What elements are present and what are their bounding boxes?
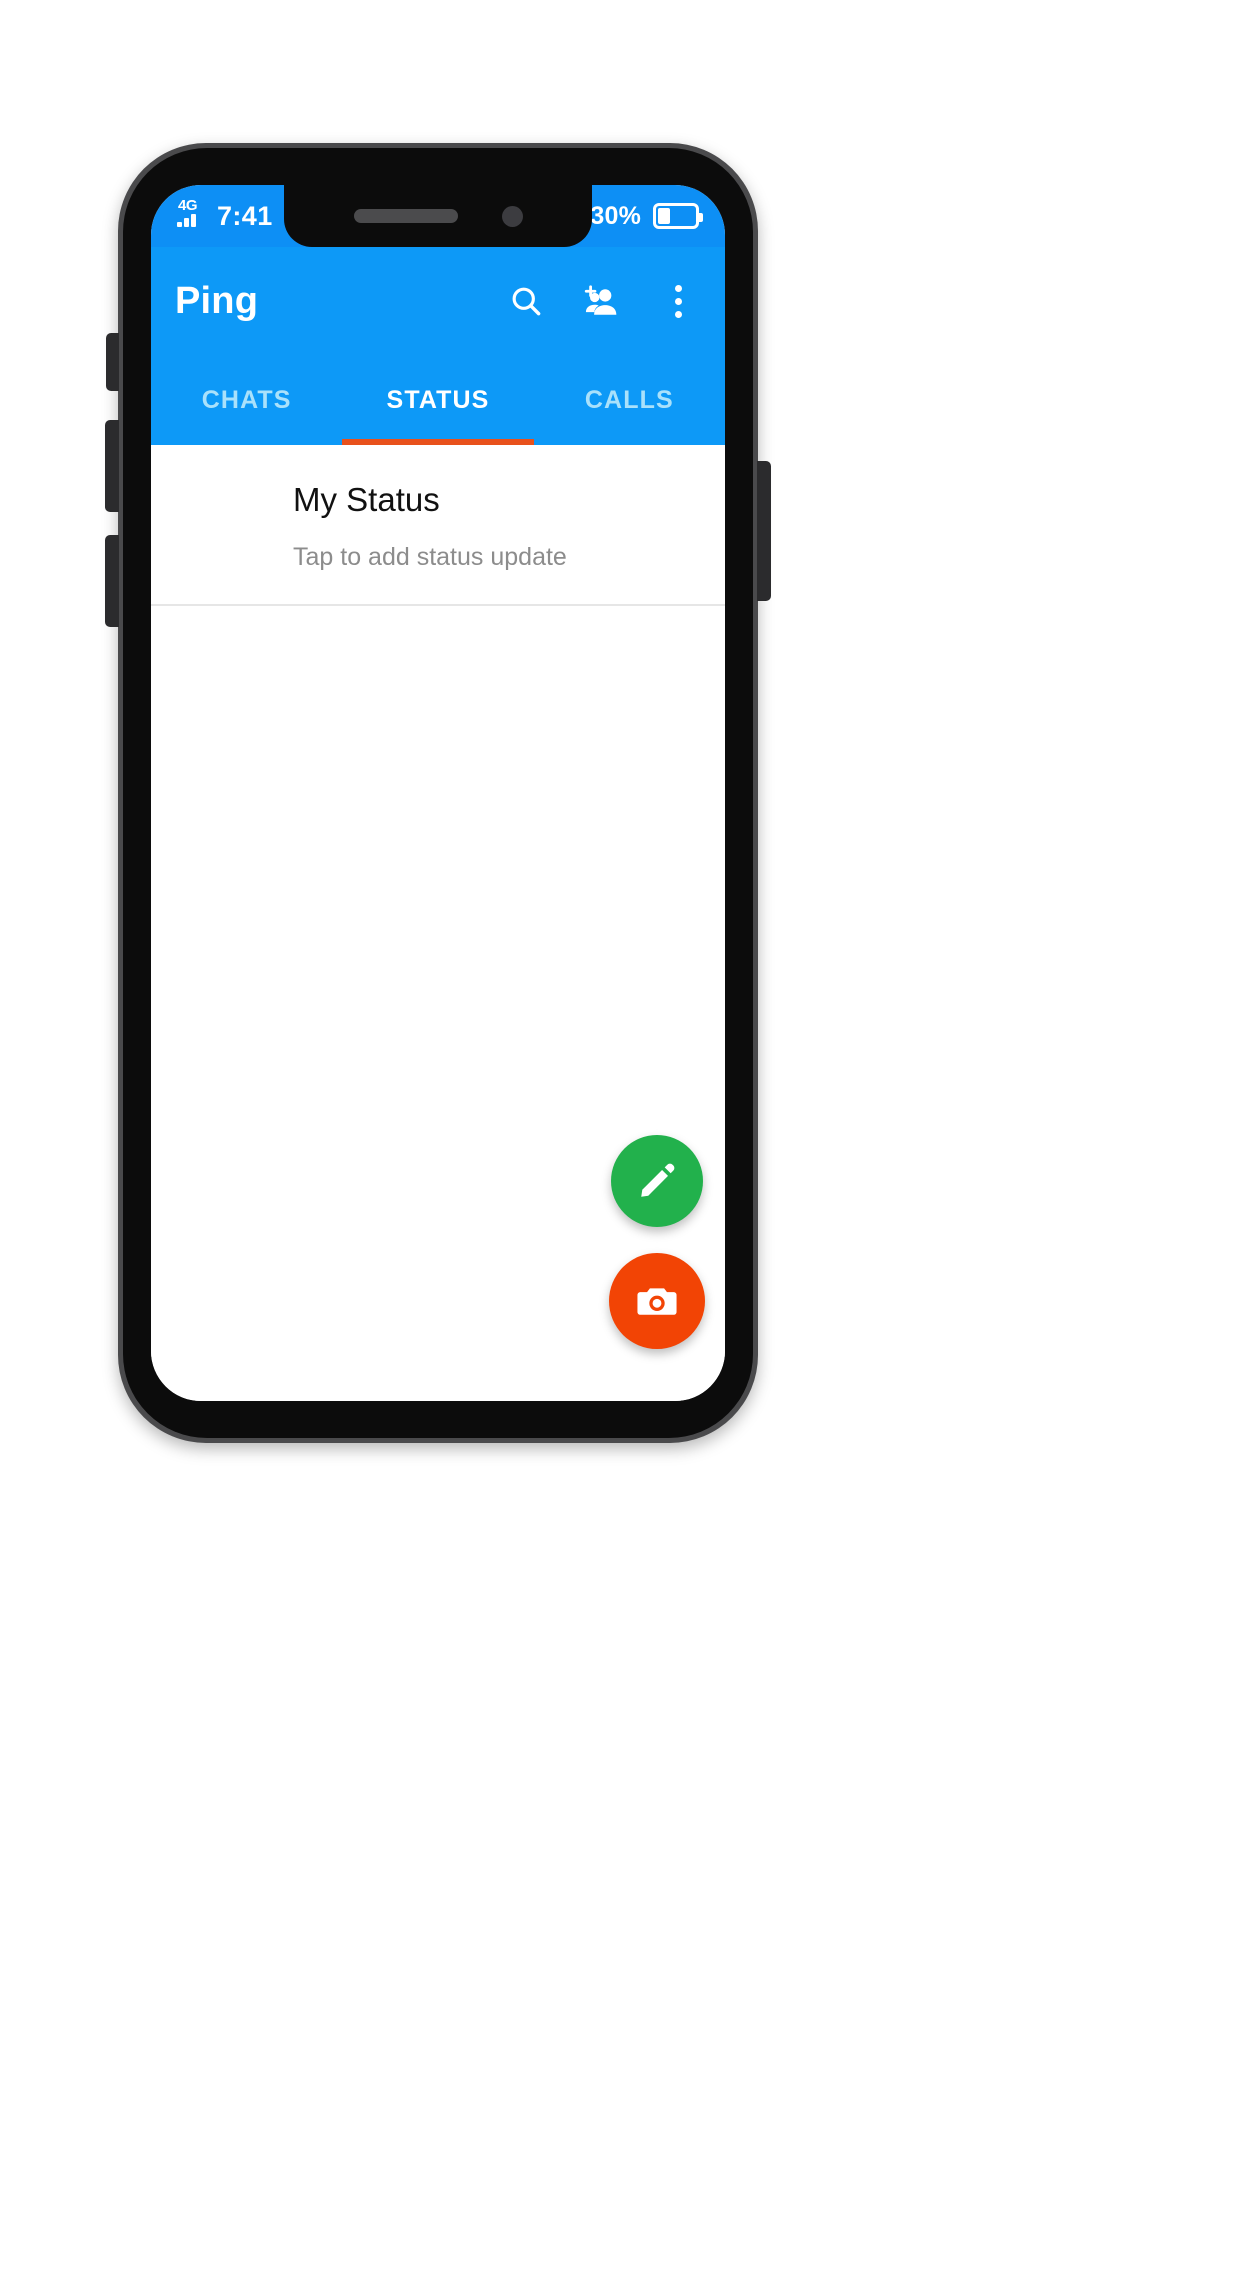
phone-mockup: 4G 7:41 30% Ping CHATS STATUS CALLS My S… (105, 143, 771, 1443)
earpiece-speaker (353, 209, 458, 223)
tab-status-label: STATUS (386, 385, 490, 414)
camera-fab[interactable] (609, 1253, 705, 1349)
camera-icon (637, 1288, 677, 1315)
search-button[interactable] (505, 280, 547, 322)
signal-bars-icon: 4G (175, 197, 207, 233)
my-status-subtitle: Tap to add status update (293, 543, 567, 572)
my-status-title: My Status (293, 481, 440, 518)
tab-bar: CHATS STATUS CALLS (151, 355, 725, 445)
status-bar-left: 4G 7:41 (151, 185, 273, 247)
signal-bars-glyph (177, 214, 196, 227)
tab-chats[interactable]: CHATS (151, 355, 342, 445)
phone-button-power[interactable] (757, 461, 771, 601)
app-bar-actions (505, 280, 725, 322)
tab-chats-label: CHATS (201, 385, 292, 414)
phone-button-silent[interactable] (106, 333, 119, 391)
phone-notch (284, 185, 592, 247)
tab-calls-label: CALLS (584, 385, 674, 414)
more-vertical-icon (674, 284, 682, 318)
add-contact-button[interactable] (581, 280, 623, 322)
my-status-row[interactable]: My Status Tap to add status update (151, 445, 725, 606)
phone-button-volume-down[interactable] (105, 535, 119, 627)
status-tab-content: My Status Tap to add status update (151, 445, 725, 1401)
edit-status-fab[interactable] (611, 1135, 703, 1227)
search-icon (512, 287, 541, 316)
app-bar: Ping (151, 247, 725, 355)
battery-percent-label: 30% (590, 201, 641, 230)
phone-button-volume-up[interactable] (105, 420, 119, 512)
app-title: Ping (175, 279, 259, 322)
tab-calls[interactable]: CALLS (534, 355, 725, 445)
front-camera (501, 205, 523, 227)
battery-low-icon (653, 203, 703, 229)
network-type-label: 4G (178, 197, 198, 214)
phone-screen: 4G 7:41 30% Ping CHATS STATUS CALLS My S… (151, 185, 725, 1401)
status-bar-clock: 7:41 (217, 200, 273, 231)
person-add-icon (584, 285, 617, 315)
pencil-icon (641, 1163, 675, 1197)
tab-status[interactable]: STATUS (342, 355, 534, 445)
overflow-menu-button[interactable] (657, 280, 699, 322)
